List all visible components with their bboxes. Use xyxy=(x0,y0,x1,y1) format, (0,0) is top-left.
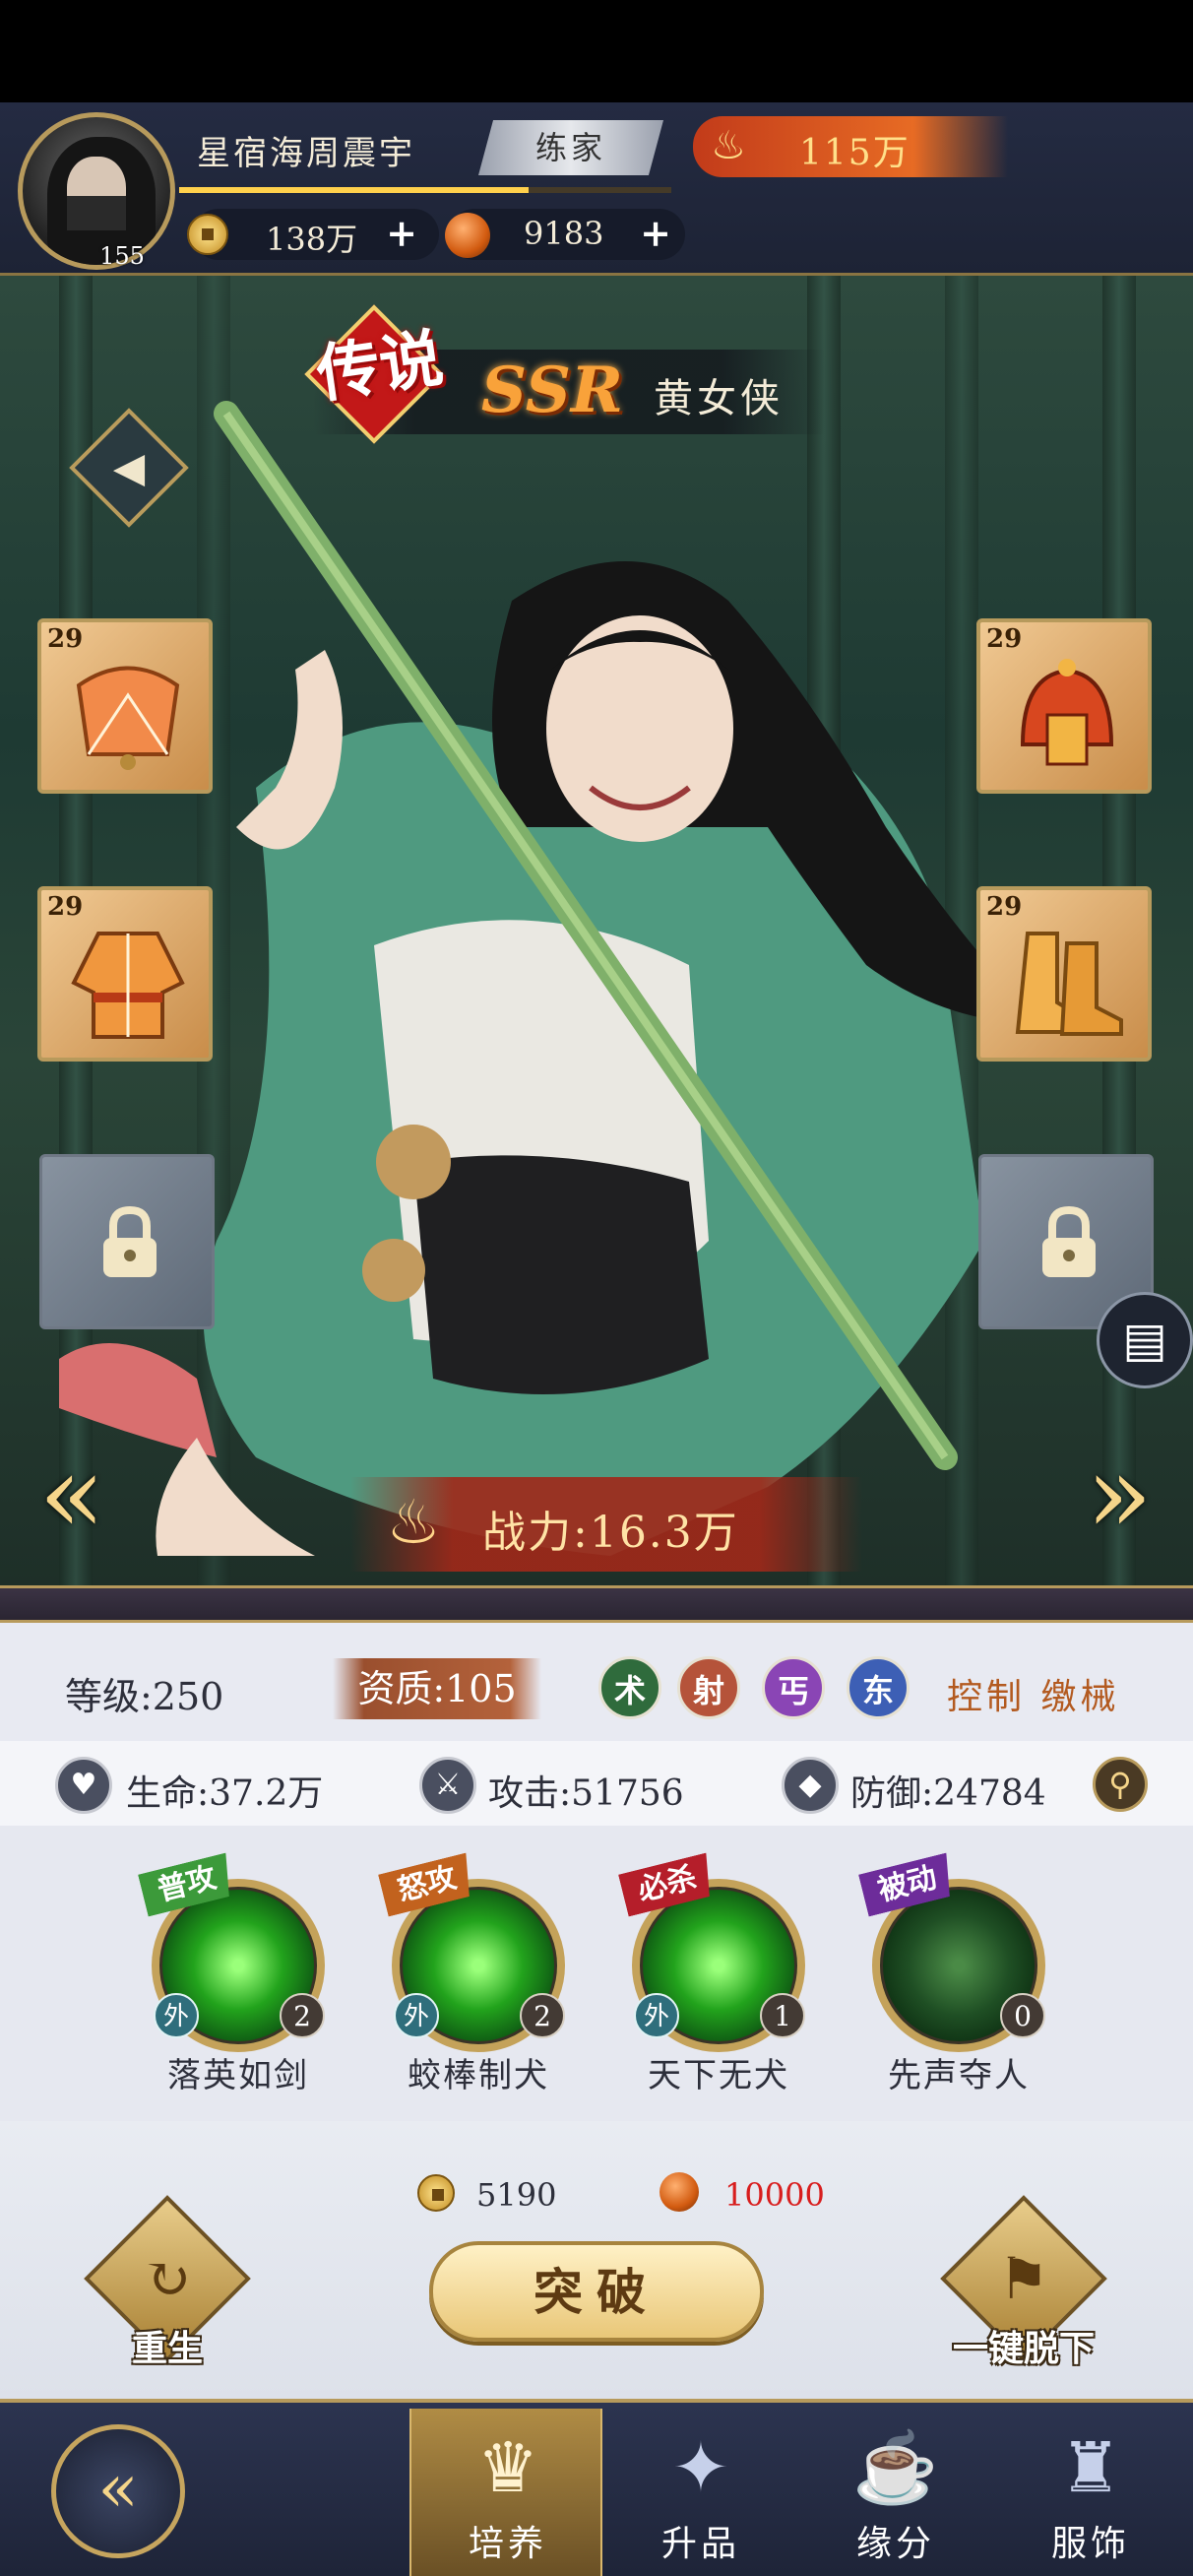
helmet-icon xyxy=(1020,659,1114,766)
lock-icon xyxy=(103,1205,157,1277)
robe-icon xyxy=(71,932,185,1039)
equip-slot-fan[interactable]: 29 xyxy=(37,618,213,794)
add-coins-button[interactable]: + xyxy=(382,215,421,254)
breakthrough-button[interactable]: 突破 xyxy=(429,2241,764,2342)
skill-name: 落英如剑 xyxy=(167,2056,309,2095)
skill-count-badge: 2 xyxy=(520,1993,565,2038)
coin-icon xyxy=(187,214,228,255)
gem-cost: 10000 xyxy=(724,2176,825,2214)
skill-attr-badge: 外 xyxy=(154,1993,199,2038)
equip-level: 29 xyxy=(986,892,1023,922)
gem-icon xyxy=(445,213,490,258)
skill-name: 蛟棒制犬 xyxy=(408,2056,549,2095)
hero-roles: 控制 缴械 xyxy=(947,1677,1120,1717)
equip-level: 29 xyxy=(47,624,84,654)
next-hero-arrow-icon[interactable]: » xyxy=(1065,1430,1173,1558)
skill-name: 先声夺人 xyxy=(888,2056,1030,2095)
coin-cost: 5190 xyxy=(476,2176,557,2214)
tab-bond[interactable]: ☕ 缘分 xyxy=(799,2409,992,2576)
stat-detail-button[interactable]: ⚲ xyxy=(1093,1757,1148,1812)
skill-name: 天下无犬 xyxy=(648,2056,789,2095)
status-bar-area xyxy=(0,0,1193,102)
gem-value: 9183 xyxy=(524,215,604,252)
tab-label: 服饰 xyxy=(1050,2524,1130,2564)
skill-count-badge: 0 xyxy=(1000,1993,1045,2038)
hero-name: 黄女侠 xyxy=(654,376,784,421)
tab-upgrade[interactable]: ✦ 升品 xyxy=(604,2409,797,2576)
sword-icon: ⚔ xyxy=(419,1757,476,1814)
chat-bubble-icon: ▤ xyxy=(1122,1313,1167,1368)
panel-divider xyxy=(0,1585,1193,1623)
player-name: 星宿海周震宇 xyxy=(197,134,415,173)
rank-badge: 练家 xyxy=(478,120,663,175)
hero-quality: 资质:105 xyxy=(333,1658,541,1719)
shield-icon: ◆ xyxy=(782,1757,839,1814)
boots-icon xyxy=(1015,932,1123,1036)
equip-slot-boots[interactable]: 29 xyxy=(976,886,1152,1062)
add-gems-button[interactable]: + xyxy=(636,215,675,254)
skill-attr-badge: 外 xyxy=(634,1993,679,2038)
rebirth-label: 重生 xyxy=(131,2328,203,2369)
skill-count-badge: 1 xyxy=(760,1993,805,2038)
prev-hero-arrow-icon[interactable]: « xyxy=(18,1430,126,1558)
rarity-badge: 传说 xyxy=(312,321,448,413)
gem-icon xyxy=(659,2172,699,2212)
skill-attr-badge: 外 xyxy=(394,1993,439,2038)
hp-stat: 生命:37.2万 xyxy=(126,1773,324,1814)
tab-label: 缘分 xyxy=(855,2524,935,2564)
defense-stat: 防御:24784 xyxy=(850,1773,1046,1814)
hero-level: 等级:250 xyxy=(65,1675,224,1718)
heart-icon: ♥ xyxy=(55,1757,112,1814)
equip-slot-robe[interactable]: 29 xyxy=(37,886,213,1062)
ssr-grade-badge: SSR xyxy=(480,354,624,427)
fan-icon xyxy=(76,666,180,770)
tab-cultivate[interactable]: ♛ 培养 xyxy=(409,2409,602,2576)
equip-slot-helmet[interactable]: 29 xyxy=(976,618,1152,794)
combat-power: 战力:16.3万 xyxy=(482,1508,739,1558)
unequip-all-label: 一键脱下 xyxy=(952,2328,1095,2369)
hat-icon: ♛ xyxy=(476,2427,539,2508)
coin-icon xyxy=(417,2174,455,2212)
lock-icon xyxy=(1042,1205,1096,1277)
player-level: 155 xyxy=(99,242,145,270)
tab-costume[interactable]: ♜ 服饰 xyxy=(994,2409,1187,2576)
attribute-tag[interactable]: 东 xyxy=(847,1656,910,1719)
coin-value: 138万 xyxy=(266,221,358,258)
power-flame-icon: ♨ xyxy=(711,123,746,168)
combat-flame-icon: ♨ xyxy=(386,1486,441,1558)
attribute-tag[interactable]: 术 xyxy=(598,1656,661,1719)
equip-level: 29 xyxy=(986,624,1023,654)
locked-slot-left[interactable] xyxy=(39,1154,215,1329)
costume-icon: ♜ xyxy=(1059,2427,1122,2508)
speaker-icon: ◀ xyxy=(112,443,146,491)
attribute-tag[interactable]: 丐 xyxy=(762,1656,825,1719)
tab-label: 升品 xyxy=(660,2524,740,2564)
attribute-tag[interactable]: 射 xyxy=(677,1656,740,1719)
total-power-value: 115万 xyxy=(799,133,910,173)
tab-label: 培养 xyxy=(468,2524,547,2564)
back-button[interactable]: « xyxy=(51,2424,185,2558)
equip-level: 29 xyxy=(47,892,84,922)
skill-count-badge: 2 xyxy=(280,1993,325,2038)
bond-icon: ☕ xyxy=(852,2427,939,2508)
xp-bar-fill xyxy=(179,187,529,193)
upgrade-icon: ✦ xyxy=(671,2427,730,2508)
attack-stat: 攻击:51756 xyxy=(488,1773,684,1814)
